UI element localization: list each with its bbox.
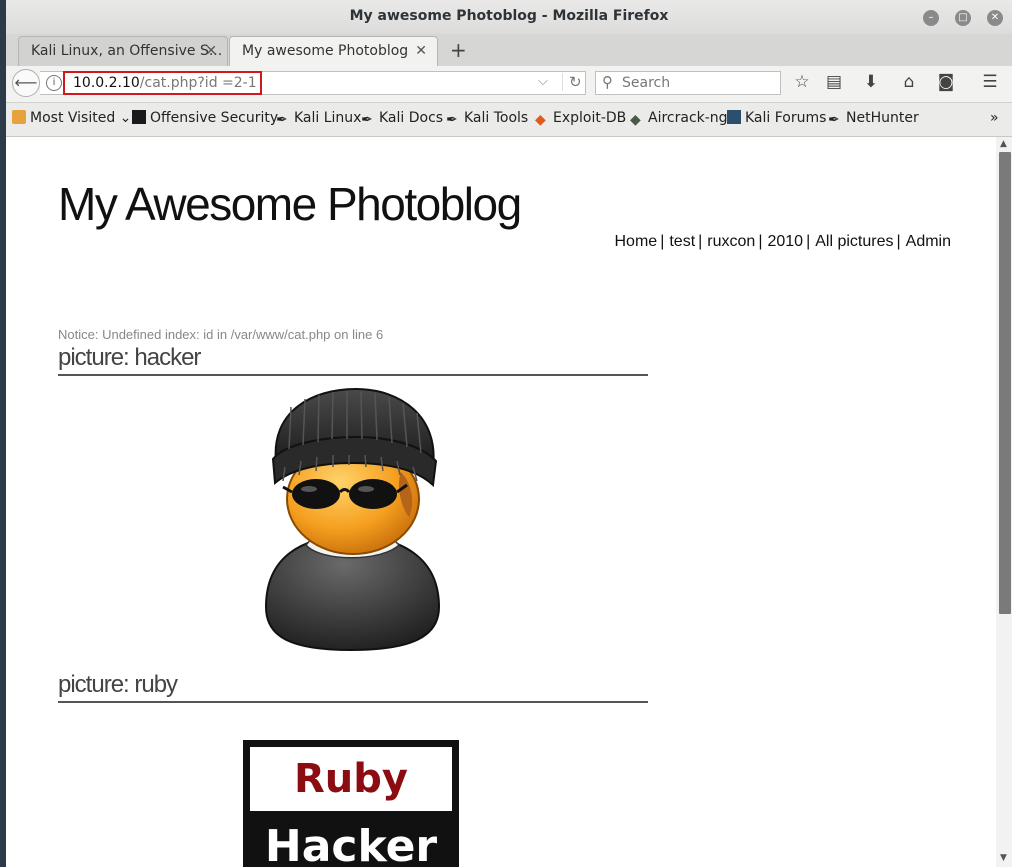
- scroll-up-icon[interactable]: ▲: [1000, 139, 1007, 149]
- reload-icon[interactable]: ↻: [562, 73, 582, 91]
- vertical-scrollbar[interactable]: ▲ ▼: [996, 137, 1012, 867]
- kali-dragon-icon: ✒: [361, 112, 373, 128]
- scrollbar-thumb[interactable]: [999, 152, 1011, 614]
- bookmark-label: Kali Tools: [464, 110, 529, 126]
- logo-text-hacker: Hacker: [264, 821, 438, 867]
- bookmark-offensive-security[interactable]: Offensive Security: [132, 110, 278, 126]
- bookmark-label: Offensive Security: [150, 110, 279, 126]
- browser-window: My awesome Photoblog - Mozilla Firefox –…: [6, 0, 1012, 867]
- download-icon[interactable]: ⬇: [860, 72, 882, 92]
- tab-label: My awesome Photoblog: [242, 43, 409, 59]
- url-highlight-box[interactable]: 10.0.2.10/cat.php?id =2-1: [63, 71, 262, 95]
- tab-bar: Kali Linux, an Offensive S... ✕ My aweso…: [6, 34, 1012, 66]
- nav-separator: |: [896, 233, 901, 250]
- nav-link-2010[interactable]: 2010: [767, 233, 803, 250]
- back-arrow-icon[interactable]: ⟵: [12, 69, 40, 97]
- offsec-icon: [132, 110, 146, 124]
- address-bar[interactable]: i 10.0.2.10/cat.php?id =2-1 ⌵ ↻: [40, 71, 586, 95]
- bookmark-label: Kali Forums: [745, 110, 827, 126]
- info-icon[interactable]: i: [46, 75, 62, 91]
- folder-icon: [12, 110, 26, 124]
- bookmark-kali-docs[interactable]: ✒ Kali Docs: [361, 110, 444, 128]
- menu-icon[interactable]: ☰: [979, 72, 1001, 92]
- site-navigation: Home | test | ruxcon | 2010 | All pictures | Admin: [615, 233, 952, 251]
- tab-photoblog[interactable]: My awesome Photoblog ✕: [229, 36, 438, 66]
- home-icon[interactable]: ⌂: [898, 72, 920, 92]
- new-tab-icon[interactable]: +: [450, 38, 467, 62]
- bookmark-exploit-db[interactable]: ◆ Exploit-DB: [535, 110, 627, 128]
- reading-list-icon[interactable]: ▤: [823, 72, 845, 92]
- exploit-db-icon: ◆: [535, 112, 546, 128]
- kali-dragon-icon: ✒: [446, 112, 458, 128]
- bookmark-label: Most Visited: [30, 110, 116, 126]
- url-path: /cat.php?id =2-1: [139, 75, 257, 91]
- search-icon: ⚲: [602, 73, 613, 91]
- php-notice: Notice: Undefined index: id in /var/www/…: [58, 327, 384, 342]
- tab-close-icon[interactable]: ✕: [415, 43, 427, 59]
- picture-heading: picture: ruby: [58, 671, 648, 703]
- bookmark-label: Kali Linux: [294, 110, 362, 126]
- search-box[interactable]: ⚲: [595, 71, 781, 95]
- bookmark-nethunter[interactable]: ✒ NetHunter: [828, 110, 919, 128]
- bookmark-label: Kali Docs: [379, 110, 444, 126]
- bookmark-label: NetHunter: [846, 110, 919, 126]
- window-title: My awesome Photoblog - Mozilla Firefox: [349, 8, 669, 24]
- bookmark-aircrack-ng[interactable]: ◆ Aircrack-ng: [630, 110, 728, 128]
- kali-dragon-icon: ✒: [828, 112, 840, 128]
- bookmark-label: Exploit-DB: [553, 110, 627, 126]
- nav-link-ruxcon[interactable]: ruxcon: [707, 233, 755, 250]
- nav-separator: |: [660, 233, 665, 250]
- bookmark-most-visited[interactable]: Most Visited ⌄: [12, 110, 131, 126]
- nav-link-admin[interactable]: Admin: [906, 233, 951, 250]
- bookmarks-overflow-icon[interactable]: »: [990, 110, 999, 126]
- kali-dragon-icon: ✒: [276, 112, 288, 128]
- bookmark-label: Aircrack-ng: [648, 110, 728, 126]
- search-input[interactable]: [620, 74, 774, 92]
- bookmarks-toolbar: Most Visited ⌄ Offensive Security ✒ Kali …: [6, 103, 1012, 137]
- logo-text-ruby: Ruby: [294, 756, 408, 802]
- bookmark-kali-tools[interactable]: ✒ Kali Tools: [446, 110, 529, 128]
- scroll-down-icon[interactable]: ▼: [1000, 853, 1007, 863]
- navigation-toolbar: ⟵ i 10.0.2.10/cat.php?id =2-1 ⌵ ↻ ⚲ ☆ ▤ …: [6, 66, 1012, 103]
- ruby-hacker-logo[interactable]: Ruby Hacker: [243, 740, 459, 867]
- kali-forums-icon: [727, 110, 741, 124]
- title-bar: My awesome Photoblog - Mozilla Firefox –…: [6, 0, 1012, 34]
- nav-separator: |: [698, 233, 703, 250]
- nav-separator: |: [806, 233, 811, 250]
- nav-link-test[interactable]: test: [669, 233, 695, 250]
- pocket-icon[interactable]: ◙: [935, 72, 957, 92]
- picture-heading: picture: hacker: [58, 344, 648, 376]
- nav-link-all-pictures[interactable]: All pictures: [815, 233, 893, 250]
- tab-label: Kali Linux, an Offensive S...: [31, 43, 223, 59]
- url-host: 10.0.2.10: [73, 75, 140, 91]
- hacker-avatar-image[interactable]: [261, 387, 441, 653]
- tab-close-icon[interactable]: ✕: [205, 43, 217, 59]
- bookmark-kali-linux[interactable]: ✒ Kali Linux: [276, 110, 362, 128]
- chevron-down-icon[interactable]: ⌵: [538, 74, 548, 89]
- nav-link-home[interactable]: Home: [615, 233, 658, 250]
- chevron-down-icon: ⌄: [119, 110, 132, 126]
- site-title: My Awesome Photoblog: [58, 178, 522, 230]
- maximize-icon[interactable]: □: [955, 10, 971, 26]
- bookmark-kali-forums[interactable]: Kali Forums: [727, 110, 826, 126]
- nav-separator: |: [758, 233, 763, 250]
- page-content: My Awesome Photoblog Home | test | ruxcon | 20…: [6, 137, 996, 867]
- aircrack-icon: ◆: [630, 112, 641, 128]
- minimize-icon[interactable]: –: [923, 10, 939, 26]
- tab-kali-linux[interactable]: Kali Linux, an Offensive S... ✕: [18, 36, 228, 66]
- close-window-icon[interactable]: ✕: [987, 10, 1003, 26]
- bookmark-star-icon[interactable]: ☆: [791, 72, 813, 92]
